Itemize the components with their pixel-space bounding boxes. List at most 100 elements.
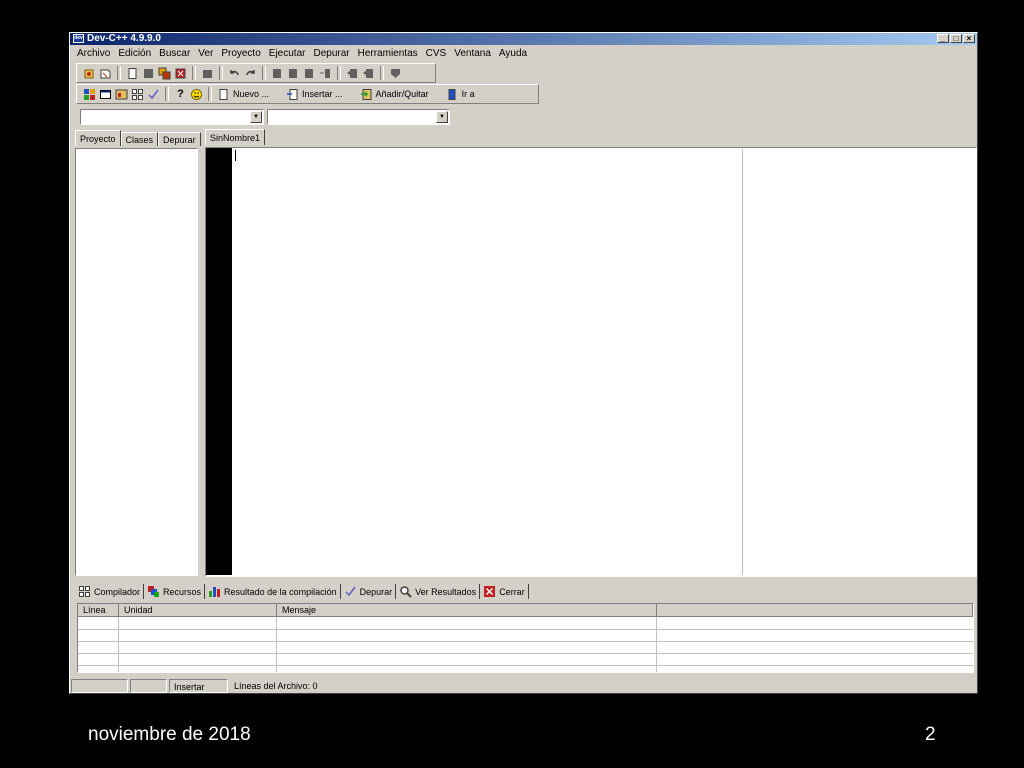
print-icon[interactable] <box>201 67 214 80</box>
chevron-down-icon[interactable]: ▼ <box>250 111 262 123</box>
bottom-tabs: Compilador Recursos Resultado de la comp… <box>75 584 529 599</box>
run-icon[interactable] <box>99 88 112 101</box>
tab-compilador[interactable]: Compilador <box>75 584 145 599</box>
menu-archivo[interactable]: Archivo <box>74 47 115 61</box>
grid-row-line <box>78 665 973 666</box>
column-empty <box>657 604 973 617</box>
goto-button[interactable]: Ir a <box>446 88 475 101</box>
main-toolbar <box>76 63 436 83</box>
chevron-down-icon[interactable]: ▼ <box>436 111 448 123</box>
compile-run-icon[interactable] <box>115 88 128 101</box>
menu-cvs[interactable]: CVS <box>423 47 452 61</box>
editor-tabs: SinNombre1 <box>205 129 266 145</box>
goto-icon <box>446 88 459 101</box>
right-margin-line <box>742 149 743 575</box>
new-icon <box>217 88 230 101</box>
replace-icon[interactable] <box>287 67 300 80</box>
syntax-check-icon[interactable] <box>147 88 160 101</box>
status-insert-mode: Insertar <box>169 679 228 693</box>
close-button[interactable]: × <box>963 34 975 43</box>
status-cell-modified <box>130 679 167 693</box>
status-bar: Insertar Líneas del Archivo: 0 <box>71 679 976 693</box>
left-panel-tabs: Proyecto Clases Depurar <box>75 130 201 146</box>
menu-herramientas[interactable]: Herramientas <box>355 47 423 61</box>
open-project-icon[interactable] <box>83 67 96 80</box>
class-browser-icon[interactable] <box>389 67 402 80</box>
tab-depurar-bottom[interactable]: Depurar <box>341 584 397 599</box>
tab-cerrar[interactable]: Cerrar <box>480 584 529 599</box>
compiler-icon <box>78 585 91 598</box>
code-editor[interactable] <box>205 147 977 577</box>
check-icon <box>344 585 357 598</box>
slide-footer-date: noviembre de 2018 <box>88 724 251 745</box>
tab-resultado-compilacion[interactable]: Resultado de la compilación <box>205 584 341 599</box>
menu-ver[interactable]: Ver <box>195 47 218 61</box>
grid-col-line <box>276 617 277 672</box>
grid-row-line <box>78 641 973 642</box>
column-linea[interactable]: Línea <box>78 604 119 617</box>
save-icon[interactable] <box>142 67 155 80</box>
open-file-icon[interactable] <box>99 67 112 80</box>
save-all-icon[interactable] <box>158 67 171 80</box>
insert-icon <box>286 88 299 101</box>
help-icon[interactable]: ? <box>174 88 187 101</box>
redo-icon[interactable] <box>244 67 257 80</box>
column-mensaje[interactable]: Mensaje <box>277 604 657 617</box>
close-icon <box>483 585 496 598</box>
menu-edicion[interactable]: Edición <box>115 47 156 61</box>
magnifier-icon <box>399 585 412 598</box>
resources-icon <box>147 585 160 598</box>
compiler-messages-grid[interactable]: Línea Unidad Mensaje <box>77 603 974 673</box>
tab-proyecto[interactable]: Proyecto <box>75 130 121 146</box>
tab-sinnombre1[interactable]: SinNombre1 <box>205 129 266 145</box>
tab-depurar[interactable]: Depurar <box>158 132 201 146</box>
tab-ver-resultados[interactable]: Ver Resultados <box>396 584 481 599</box>
window-title: Dev-C++ 4.9.9.0 <box>87 33 161 44</box>
class-combo[interactable]: ▼ <box>80 109 264 125</box>
grid-row-line <box>78 629 973 630</box>
tab-recursos[interactable]: Recursos <box>144 584 206 599</box>
secondary-toolbar: ? Nuevo ... Insertar ... Añadir/Quitar I… <box>76 84 539 104</box>
add-remove-button[interactable]: Añadir/Quitar <box>360 88 429 101</box>
text-caret <box>235 150 236 161</box>
menu-ejecutar[interactable]: Ejecutar <box>266 47 311 61</box>
add-remove-icon <box>360 88 373 101</box>
find-icon[interactable] <box>271 67 284 80</box>
rebuild-icon[interactable] <box>131 88 144 101</box>
compile-icon[interactable] <box>83 88 96 101</box>
app-icon: dev <box>73 34 84 43</box>
insert-button[interactable]: Insertar ... <box>286 88 343 101</box>
tab-clases[interactable]: Clases <box>120 132 159 146</box>
grid-row-line <box>78 653 973 654</box>
goto-line-icon[interactable] <box>319 67 332 80</box>
about-icon[interactable] <box>190 88 203 101</box>
menu-ventana[interactable]: Ventana <box>451 47 496 61</box>
slide-page-number: 2 <box>925 724 936 745</box>
menu-bar: Archivo Edición Buscar Ver Proyecto Ejec… <box>74 47 532 61</box>
member-combo[interactable]: ▼ <box>267 109 450 125</box>
title-bar[interactable]: dev Dev-C++ 4.9.9.0 _ □ × <box>70 33 977 45</box>
goto-bookmark-icon[interactable] <box>362 67 375 80</box>
project-tree[interactable] <box>75 148 198 576</box>
find-next-icon[interactable] <box>303 67 316 80</box>
menu-buscar[interactable]: Buscar <box>156 47 195 61</box>
grid-header: Línea Unidad Mensaje <box>78 604 973 617</box>
dev-cpp-window: dev Dev-C++ 4.9.9.0 _ □ × Archivo Edició… <box>69 32 978 694</box>
grid-col-line <box>656 617 657 672</box>
new-button[interactable]: Nuevo ... <box>217 88 269 101</box>
toggle-bookmark-icon[interactable] <box>346 67 359 80</box>
column-unidad[interactable]: Unidad <box>119 604 277 617</box>
new-file-icon[interactable] <box>126 67 139 80</box>
line-number-gutter <box>206 148 232 575</box>
minimize-button[interactable]: _ <box>937 34 949 43</box>
undo-icon[interactable] <box>228 67 241 80</box>
maximize-button[interactable]: □ <box>950 34 962 43</box>
menu-depurar[interactable]: Depurar <box>310 47 354 61</box>
bar-chart-icon <box>208 585 221 598</box>
status-cell-position <box>71 679 128 693</box>
menu-proyecto[interactable]: Proyecto <box>218 47 265 61</box>
grid-col-line <box>118 617 119 672</box>
menu-ayuda[interactable]: Ayuda <box>496 47 532 61</box>
status-line-count: Líneas del Archivo: 0 <box>234 681 318 691</box>
close-file-icon[interactable] <box>174 67 187 80</box>
